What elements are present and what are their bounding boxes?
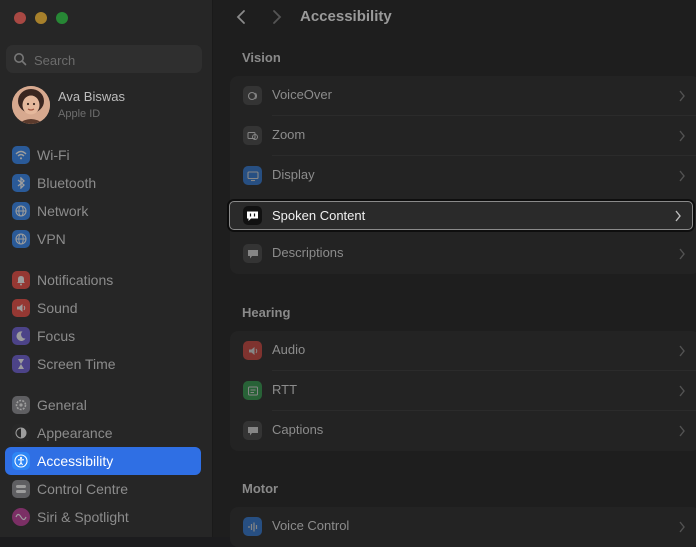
- row-label: RTT: [272, 382, 298, 397]
- bell-icon: [12, 271, 30, 289]
- sidebar-item-siri-spotlight[interactable]: Siri & Spotlight: [5, 503, 201, 531]
- vision-group: VoiceOver Zoom Display Spoken Content De…: [229, 76, 696, 274]
- sidebar-item-appearance[interactable]: Appearance: [5, 419, 201, 447]
- row-voice-control[interactable]: Voice Control: [230, 507, 696, 546]
- row-label: Zoom: [272, 127, 306, 142]
- section-title-vision: Vision: [242, 50, 281, 65]
- search-icon: [13, 52, 27, 71]
- sidebar-item-vpn[interactable]: VPN: [5, 225, 201, 253]
- sidebar-item-label: Control Centre: [37, 481, 129, 497]
- row-label: VoiceOver: [272, 87, 332, 102]
- sidebar-item-accessibility[interactable]: Accessibility: [5, 447, 201, 475]
- globe-icon: [12, 202, 30, 220]
- row-label: Descriptions: [272, 245, 344, 260]
- row-display[interactable]: Display: [230, 156, 696, 195]
- row-label: Captions: [272, 422, 324, 437]
- chevron-right-icon: [678, 520, 686, 538]
- sidebar-item-label: Network: [37, 203, 89, 219]
- row-label: Spoken Content: [272, 208, 366, 223]
- sidebar-item-control-centre[interactable]: Control Centre: [5, 475, 201, 503]
- bluetooth-icon: [12, 174, 30, 192]
- row-spoken-content[interactable]: Spoken Content: [229, 201, 693, 230]
- chevron-left-icon: [236, 10, 245, 24]
- apple-id-profile[interactable]: Ava Biswas Apple ID: [6, 84, 206, 128]
- chevron-right-icon: [678, 424, 686, 442]
- sidebar-item-focus[interactable]: Focus: [5, 322, 201, 350]
- siri-icon: [12, 508, 30, 526]
- accessibility-icon: [12, 452, 30, 470]
- speaker-icon: [12, 299, 30, 317]
- row-rtt[interactable]: RTT: [230, 371, 696, 410]
- sidebar-item-label: Siri & Spotlight: [37, 509, 129, 525]
- row-voiceover[interactable]: VoiceOver: [230, 76, 696, 115]
- chevron-right-icon: [678, 129, 686, 147]
- row-descriptions[interactable]: Descriptions: [230, 234, 696, 273]
- sidebar-item-label: Bluetooth: [37, 175, 97, 191]
- row-captions[interactable]: Captions: [230, 411, 696, 450]
- sidebar-item-label: Notifications: [37, 272, 114, 288]
- sidebar-item-general[interactable]: General: [5, 391, 201, 419]
- search-field[interactable]: [6, 45, 202, 73]
- sidebar-item-wifi[interactable]: Wi-Fi: [5, 141, 201, 169]
- audio-icon: [243, 341, 262, 360]
- avatar: [12, 86, 50, 124]
- section-title-hearing: Hearing: [242, 305, 291, 320]
- voiceover-icon: [243, 86, 262, 105]
- chevron-right-icon: [678, 384, 686, 402]
- sidebar-item-screen-time[interactable]: Screen Time: [5, 350, 201, 378]
- chevron-right-icon: [678, 169, 686, 187]
- display-icon: [243, 166, 262, 185]
- row-label: Audio: [272, 342, 306, 357]
- forward-button[interactable]: [265, 6, 287, 28]
- chevron-right-icon: [678, 89, 686, 107]
- chevron-right-icon: [273, 10, 282, 24]
- minimize-window-button[interactable]: [35, 12, 47, 24]
- sidebar-item-label: Screen Time: [37, 356, 116, 372]
- sidebar-item-label: Accessibility: [37, 453, 114, 469]
- page-title: Accessibility: [300, 8, 392, 25]
- profile-subtitle: Apple ID: [58, 108, 101, 120]
- captions-icon: [243, 421, 262, 440]
- descriptions-icon: [243, 244, 262, 263]
- rtt-icon: [243, 381, 262, 400]
- sidebar-item-label: Appearance: [37, 425, 113, 441]
- sidebar-item-label: General: [37, 397, 87, 413]
- chevron-right-icon: [674, 209, 682, 227]
- toolbar: Accessibility: [213, 0, 696, 34]
- sidebar-item-label: Sound: [37, 300, 78, 316]
- gear-icon: [12, 396, 30, 414]
- zoom-icon: [243, 126, 262, 145]
- sidebar-item-sound[interactable]: Sound: [5, 294, 201, 322]
- moon-icon: [12, 327, 30, 345]
- back-button[interactable]: [231, 6, 253, 28]
- main-content: Accessibility Vision VoiceOver Zoom Disp…: [213, 0, 696, 547]
- search-input[interactable]: [32, 49, 196, 71]
- hourglass-icon: [12, 355, 30, 373]
- chevron-right-icon: [678, 344, 686, 362]
- close-window-button[interactable]: [14, 12, 26, 24]
- chevron-right-icon: [678, 247, 686, 265]
- sidebar: Ava Biswas Apple ID Wi-Fi Bluetooth Netw…: [0, 0, 213, 537]
- sidebar-item-bluetooth[interactable]: Bluetooth: [5, 169, 201, 197]
- control-centre-icon: [12, 480, 30, 498]
- sidebar-item-label: Focus: [37, 328, 76, 344]
- spoken-content-icon: [243, 206, 262, 225]
- sidebar-item-network[interactable]: Network: [5, 197, 201, 225]
- motor-group: Voice Control: [230, 507, 696, 547]
- section-title-motor: Motor: [242, 481, 279, 496]
- vpn-globe-icon: [12, 230, 30, 248]
- hearing-group: Audio RTT Captions: [230, 331, 696, 451]
- row-label: Display: [272, 167, 315, 182]
- row-zoom[interactable]: Zoom: [230, 116, 696, 155]
- appearance-icon: [12, 424, 30, 442]
- sidebar-item-label: Wi-Fi: [37, 147, 70, 163]
- wifi-icon: [12, 146, 30, 164]
- row-label: Voice Control: [272, 518, 350, 533]
- row-audio[interactable]: Audio: [230, 331, 696, 370]
- sidebar-item-notifications[interactable]: Notifications: [5, 266, 201, 294]
- profile-name: Ava Biswas: [58, 89, 125, 104]
- voice-control-icon: [243, 517, 262, 536]
- sidebar-item-label: VPN: [37, 231, 66, 247]
- zoom-window-button[interactable]: [56, 12, 68, 24]
